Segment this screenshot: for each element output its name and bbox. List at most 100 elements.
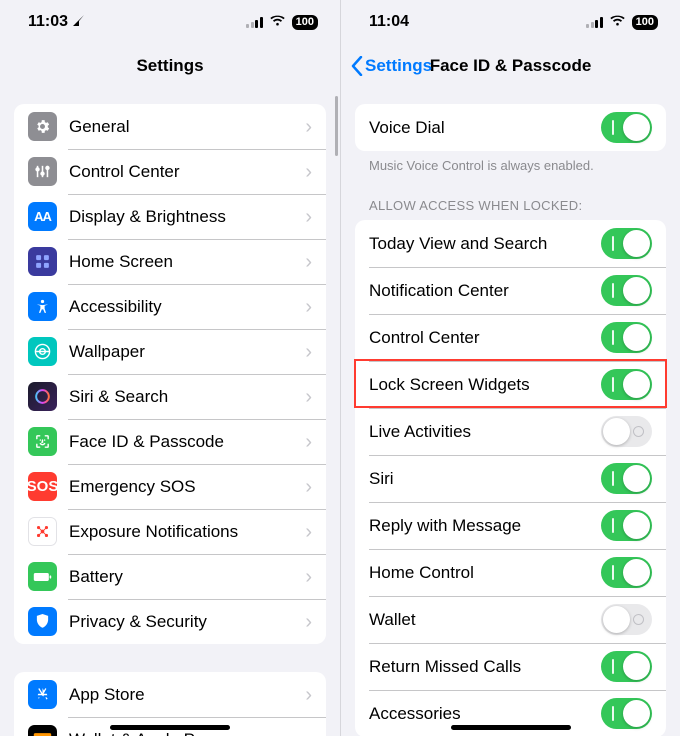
access-toggle-cc[interactable] [601, 322, 652, 353]
chevron-right-icon: › [305, 685, 312, 705]
back-label: Settings [365, 56, 432, 76]
access-row-label: Notification Center [369, 281, 601, 301]
privacy-icon [28, 607, 57, 636]
access-toggle-missed[interactable] [601, 651, 652, 682]
settings-row-siri[interactable]: Siri & Search› [14, 374, 326, 419]
access-row-cc[interactable]: Control Center [355, 314, 666, 361]
wallpaper-icon [28, 337, 57, 366]
status-time: 11:04 [369, 13, 409, 31]
settings-row-faceid[interactable]: Face ID & Passcode› [14, 419, 326, 464]
access-row-missed[interactable]: Return Missed Calls [355, 643, 666, 690]
allow-access-group: Today View and Search Notification Center… [355, 220, 666, 736]
access-row-widgets[interactable]: Lock Screen Widgets [355, 361, 666, 408]
access-row-walletacc[interactable]: Wallet [355, 596, 666, 643]
nav-bar: Settings Face ID & Passcode [341, 44, 680, 88]
battery-level-icon: 100 [292, 15, 318, 30]
access-row-label: Siri [369, 469, 601, 489]
settings-row-label: Home Screen [69, 252, 305, 272]
chevron-right-icon: › [305, 117, 312, 137]
chevron-right-icon: › [305, 207, 312, 227]
appstore-icon [28, 680, 57, 709]
voice-dial-label: Voice Dial [369, 118, 601, 138]
access-row-label: Wallet [369, 610, 601, 630]
access-row-notif[interactable]: Notification Center [355, 267, 666, 314]
access-row-label: Accessories [369, 704, 601, 724]
settings-row-privacy[interactable]: Privacy & Security› [14, 599, 326, 644]
chevron-right-icon: › [305, 730, 312, 736]
home-indicator[interactable] [451, 725, 571, 730]
settings-row-appstore[interactable]: App Store› [14, 672, 326, 717]
faceid-icon [28, 427, 57, 456]
status-bar: 11:04 100 [341, 0, 680, 44]
wallet-icon [28, 725, 57, 736]
settings-row-general[interactable]: General› [14, 104, 326, 149]
chevron-right-icon: › [305, 567, 312, 587]
access-toggle-today[interactable] [601, 228, 652, 259]
settings-row-label: Wallpaper [69, 342, 305, 362]
access-toggle-widgets[interactable] [601, 369, 652, 400]
access-toggle-walletacc[interactable] [601, 604, 652, 635]
access-row-homectl[interactable]: Home Control [355, 549, 666, 596]
access-toggle-homectl[interactable] [601, 557, 652, 588]
home-indicator[interactable] [110, 725, 230, 730]
settings-row-label: Wallet & Apple Pay [69, 730, 305, 736]
access-toggle-reply[interactable] [601, 510, 652, 541]
voice-dial-toggle[interactable] [601, 112, 652, 143]
wifi-icon [269, 13, 286, 31]
settings-row-label: Control Center [69, 162, 305, 182]
voice-dial-row[interactable]: Voice Dial [355, 104, 666, 151]
access-toggle-notif[interactable] [601, 275, 652, 306]
chevron-right-icon: › [305, 342, 312, 362]
sos-icon: SOS [28, 472, 57, 501]
control-center-icon [28, 157, 57, 186]
settings-row-sos[interactable]: SOS Emergency SOS› [14, 464, 326, 509]
chevron-right-icon: › [305, 297, 312, 317]
access-toggle-accessories[interactable] [601, 698, 652, 729]
settings-row-wallpaper[interactable]: Wallpaper› [14, 329, 326, 374]
accessibility-icon [28, 292, 57, 321]
status-bar: 11:03 100 [0, 0, 340, 44]
chevron-right-icon: › [305, 612, 312, 632]
access-toggle-siri[interactable] [601, 463, 652, 494]
access-row-label: Reply with Message [369, 516, 601, 536]
allow-access-header: ALLOW ACCESS WHEN LOCKED: [341, 193, 680, 221]
battery-icon [28, 562, 57, 591]
access-row-reply[interactable]: Reply with Message [355, 502, 666, 549]
access-row-today[interactable]: Today View and Search [355, 220, 666, 267]
faceid-passcode-screen: 11:04 100 Settings Face ID & Passcode Vo… [340, 0, 680, 736]
display-icon: AA [28, 202, 57, 231]
settings-row-display[interactable]: AA Display & Brightness› [14, 194, 326, 239]
settings-root-screen: 11:03 100 Settings General›Control Cente… [0, 0, 340, 736]
settings-row-label: Display & Brightness [69, 207, 305, 227]
settings-row-exposure[interactable]: Exposure Notifications› [14, 509, 326, 554]
settings-row-accessibility[interactable]: Accessibility› [14, 284, 326, 329]
access-row-live[interactable]: Live Activities [355, 408, 666, 455]
access-row-label: Today View and Search [369, 234, 601, 254]
chevron-right-icon: › [305, 477, 312, 497]
settings-row-label: Battery [69, 567, 305, 587]
voice-dial-footer: Music Voice Control is always enabled. [341, 157, 680, 175]
siri-icon [28, 382, 57, 411]
voice-dial-group: Voice Dial [355, 104, 666, 151]
general-icon [28, 112, 57, 141]
status-time: 11:03 [28, 13, 68, 31]
settings-row-home-screen[interactable]: Home Screen› [14, 239, 326, 284]
settings-row-control-center[interactable]: Control Center› [14, 149, 326, 194]
settings-scroll[interactable]: General›Control Center›AADisplay & Brigh… [0, 88, 340, 736]
chevron-right-icon: › [305, 387, 312, 407]
access-toggle-live[interactable] [601, 416, 652, 447]
settings-group-0: General›Control Center›AADisplay & Brigh… [14, 104, 326, 644]
chevron-right-icon: › [305, 162, 312, 182]
settings-row-label: Privacy & Security [69, 612, 305, 632]
chevron-right-icon: › [305, 432, 312, 452]
settings-row-label: Emergency SOS [69, 477, 305, 497]
back-button[interactable]: Settings [351, 44, 432, 88]
faceid-scroll[interactable]: Voice Dial Music Voice Control is always… [341, 88, 680, 736]
nav-title: Face ID & Passcode [430, 56, 592, 76]
cellular-signal-icon [586, 17, 603, 28]
battery-level-icon: 100 [632, 15, 658, 30]
access-row-siri[interactable]: Siri [355, 455, 666, 502]
exposure-icon [28, 517, 57, 546]
access-row-label: Control Center [369, 328, 601, 348]
settings-row-battery[interactable]: Battery› [14, 554, 326, 599]
